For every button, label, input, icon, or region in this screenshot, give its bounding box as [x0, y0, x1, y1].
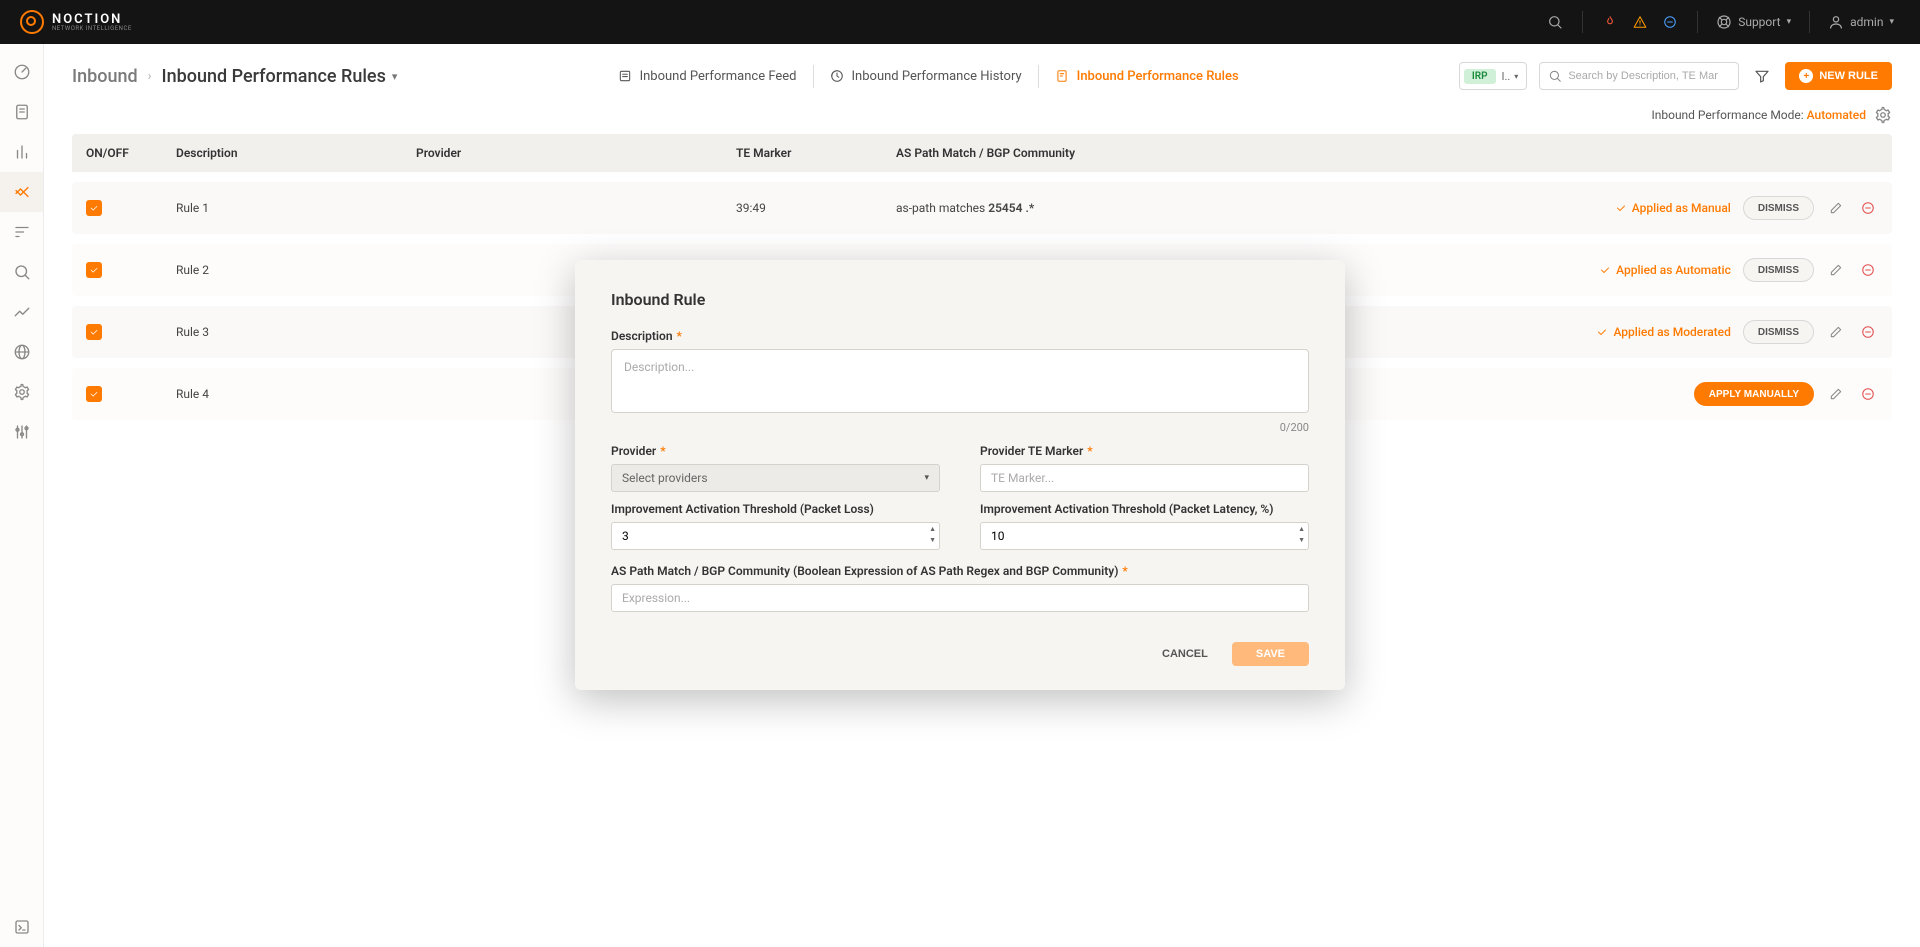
description-input[interactable] — [611, 349, 1309, 413]
char-count: 0/200 — [611, 421, 1309, 434]
chevron-down-icon[interactable]: ▼ — [1298, 535, 1305, 545]
provider-label: Provider* — [611, 444, 940, 458]
provider-select[interactable]: Select providers ▾ — [611, 464, 940, 492]
threshold-loss-input[interactable] — [611, 522, 940, 550]
threshold-latency-input[interactable] — [980, 522, 1309, 550]
save-button[interactable]: SAVE — [1232, 642, 1309, 666]
chevron-down-icon[interactable]: ▼ — [929, 535, 936, 545]
chevron-up-icon[interactable]: ▲ — [929, 524, 936, 534]
cancel-button[interactable]: CANCEL — [1150, 642, 1220, 666]
inbound-rule-modal: Inbound Rule Description* 0/200 Provider… — [575, 260, 1345, 690]
aspath-label: AS Path Match / BGP Community (Boolean E… — [611, 564, 1309, 578]
provider-placeholder: Select providers — [622, 471, 708, 485]
te-marker-label: Provider TE Marker* — [980, 444, 1309, 458]
description-label: Description* — [611, 329, 1309, 343]
threshold-loss-label: Improvement Activation Threshold (Packet… — [611, 502, 940, 516]
chevron-down-icon: ▾ — [924, 473, 929, 483]
aspath-input[interactable] — [611, 584, 1309, 612]
chevron-up-icon[interactable]: ▲ — [1298, 524, 1305, 534]
te-marker-input[interactable] — [980, 464, 1309, 492]
spinner-buttons[interactable]: ▲▼ — [929, 524, 936, 545]
modal-overlay: Inbound Rule Description* 0/200 Provider… — [0, 0, 1920, 947]
spinner-buttons[interactable]: ▲▼ — [1298, 524, 1305, 545]
modal-title: Inbound Rule — [611, 290, 1309, 309]
threshold-latency-label: Improvement Activation Threshold (Packet… — [980, 502, 1309, 516]
modal-footer: CANCEL SAVE — [611, 642, 1309, 666]
